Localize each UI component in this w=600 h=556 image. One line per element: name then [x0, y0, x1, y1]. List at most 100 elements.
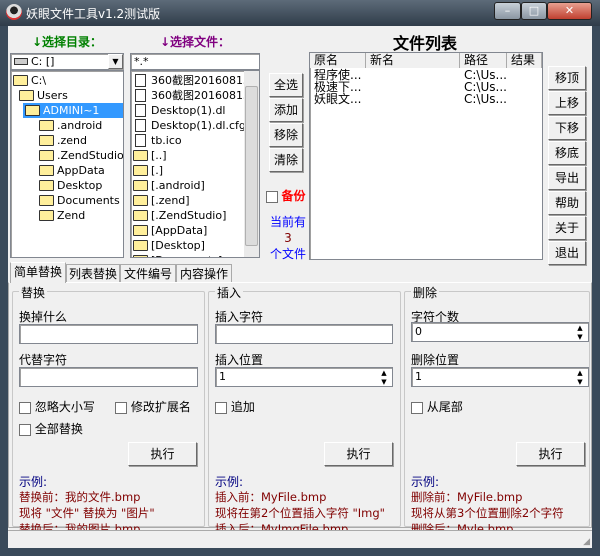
spinner-arrows-icon[interactable]: ▲ ▼ — [573, 369, 587, 387]
move-bottom-button[interactable]: 移底 — [548, 141, 586, 165]
file-item[interactable]: 360截图20160813160 — [131, 73, 245, 88]
folder-open-icon — [19, 90, 34, 101]
file-item[interactable]: [.] — [131, 163, 245, 178]
tab-content-operation[interactable]: 内容操作 — [176, 264, 232, 283]
file-list-box[interactable]: 360截图20160813160 360截图20160815140 Desktop(… — [130, 70, 260, 258]
add-button[interactable]: 添加 — [269, 98, 303, 122]
append-checkbox[interactable]: 追加 — [215, 398, 255, 415]
folder-icon — [133, 210, 148, 221]
drive-icon — [14, 58, 28, 65]
file-item[interactable]: [.android] — [131, 178, 245, 193]
delete-position-spinner[interactable]: 1 ▲ ▼ — [411, 367, 589, 387]
file-item[interactable]: [AppData] — [131, 223, 245, 238]
delete-group: 删除 字符个数 0 ▲ ▼ 删除位置 1 ▲ ▼ 从尾部 执行 示例: 删除前：MyFi… — [404, 284, 590, 536]
delete-position-value: 1 — [415, 370, 422, 383]
file-item-label: 360截图20160813160 — [151, 74, 245, 87]
tree-item[interactable]: .android — [29, 118, 123, 133]
file-item[interactable]: 360截图20160815140 — [131, 88, 245, 103]
resize-grip-icon[interactable]: ◢ — [583, 537, 590, 547]
close-button[interactable]: ✕ — [547, 2, 592, 20]
exit-button[interactable]: 退出 — [548, 241, 586, 265]
file-count: 3 — [284, 231, 292, 245]
title-bar[interactable]: 妖眼文件工具v1.2测试版 – □ ✕ — [0, 0, 600, 26]
folder-open-icon — [25, 105, 40, 116]
tree-item[interactable]: Documents — [29, 193, 123, 208]
move-down-button[interactable]: 下移 — [548, 116, 586, 140]
folder-icon — [39, 150, 54, 161]
move-top-button[interactable]: 移顶 — [548, 66, 586, 90]
backup-checkbox[interactable]: 备份 — [266, 187, 306, 204]
replace-all-checkbox[interactable]: 全部替换 — [19, 420, 83, 437]
file-item[interactable]: tb.ico — [131, 133, 245, 148]
tree-item[interactable]: Desktop — [29, 178, 123, 193]
list-row[interactable]: 妖眼文... C:\Us... — [310, 93, 542, 105]
modify-extension-checkbox[interactable]: 修改扩展名 — [115, 398, 191, 415]
delete-count-spinner[interactable]: 0 ▲ ▼ — [411, 322, 589, 342]
tree-item[interactable]: C:\ — [11, 73, 123, 88]
insert-position-spinner[interactable]: 1 ▲ ▼ — [215, 367, 393, 387]
file-list-title: 文件列表 — [393, 34, 458, 53]
tab-file-numbering[interactable]: 文件编号 — [120, 264, 176, 283]
chevron-down-icon[interactable]: ▼ — [108, 54, 123, 69]
tree-item[interactable]: AppData — [29, 163, 123, 178]
tree-item[interactable]: Zend — [29, 208, 123, 223]
maximize-button[interactable]: □ — [521, 2, 547, 20]
file-list-view[interactable]: 原名 新名 路径 结果 程序使... C:\Us... 极速下... C:\Us... 妖眼文… — [309, 52, 543, 260]
clear-button[interactable]: 清除 — [269, 148, 303, 172]
tree-item-label: Desktop — [57, 179, 103, 192]
insert-position-label: 插入位置 — [215, 353, 264, 367]
column-header[interactable]: 结果 — [507, 53, 542, 68]
tab-simple-replace[interactable]: 简单替换 — [10, 262, 66, 283]
file-item[interactable]: [.ZendStudio] — [131, 208, 245, 223]
minimize-button[interactable]: – — [494, 2, 521, 20]
folder-icon — [133, 255, 148, 257]
about-button[interactable]: 关于 — [548, 216, 586, 240]
tree-item[interactable]: Users — [17, 88, 123, 103]
delete-example-title: 示例: — [411, 475, 440, 489]
tree-item[interactable]: .ZendStudio — [29, 148, 123, 163]
file-filter-input[interactable]: *.* — [130, 53, 260, 70]
spinner-arrows-icon[interactable]: ▲ ▼ — [573, 324, 587, 342]
export-button[interactable]: 导出 — [548, 166, 586, 190]
file-item[interactable]: Desktop(1).dl.cfg — [131, 118, 245, 133]
find-input[interactable] — [19, 324, 198, 344]
directory-tree[interactable]: C:\ Users ADMINI~1 .android .zend .ZendStudio… — [10, 70, 124, 258]
file-item[interactable]: [Documents] — [131, 253, 245, 257]
replace-execute-button[interactable]: 执行 — [128, 442, 197, 466]
scrollbar-thumb[interactable] — [245, 86, 258, 246]
replace-label: 代替字符 — [19, 353, 68, 367]
file-item[interactable]: [Desktop] — [131, 238, 245, 253]
append-label: 追加 — [230, 400, 255, 414]
spinner-arrows-icon[interactable]: ▲ ▼ — [377, 369, 391, 387]
column-header[interactable]: 路径 — [460, 53, 507, 68]
list-cell: C:\Us... — [464, 92, 507, 106]
find-label: 换掉什么 — [19, 310, 68, 324]
remove-button[interactable]: 移除 — [269, 123, 303, 147]
column-header[interactable]: 新名 — [366, 53, 460, 68]
scrollbar[interactable] — [244, 71, 259, 257]
file-icon — [135, 89, 146, 102]
replace-group: 替换 换掉什么 代替字符 忽略大小写 修改扩展名 全部替换 执行 示例: 替换前… — [12, 284, 205, 536]
insert-chars-input[interactable] — [215, 324, 393, 344]
move-up-button[interactable]: 上移 — [548, 91, 586, 115]
drive-value: C: [] — [31, 55, 55, 68]
from-end-checkbox[interactable]: 从尾部 — [411, 398, 463, 415]
tree-item[interactable]: .zend — [29, 133, 123, 148]
insert-example-title: 示例: — [215, 475, 244, 489]
select-all-button[interactable]: 全选 — [269, 73, 303, 97]
column-header[interactable]: 原名 — [310, 53, 366, 68]
file-item[interactable]: [..] — [131, 148, 245, 163]
delete-execute-button[interactable]: 执行 — [516, 442, 585, 466]
help-button[interactable]: 帮助 — [548, 191, 586, 215]
drive-select[interactable]: C: [] ▼ — [10, 53, 124, 70]
file-item-label: [Desktop] — [151, 239, 205, 252]
file-item[interactable]: Desktop(1).dl — [131, 103, 245, 118]
replace-input[interactable] — [19, 367, 198, 387]
tab-list-replace[interactable]: 列表替换 — [66, 264, 120, 283]
ignore-case-checkbox[interactable]: 忽略大小写 — [19, 398, 95, 415]
count-suffix: 个文件 — [269, 247, 306, 261]
insert-execute-button[interactable]: 执行 — [324, 442, 393, 466]
tree-item[interactable]: ADMINI~1 — [23, 103, 123, 118]
folder-icon — [133, 225, 148, 236]
file-item[interactable]: [.zend] — [131, 193, 245, 208]
